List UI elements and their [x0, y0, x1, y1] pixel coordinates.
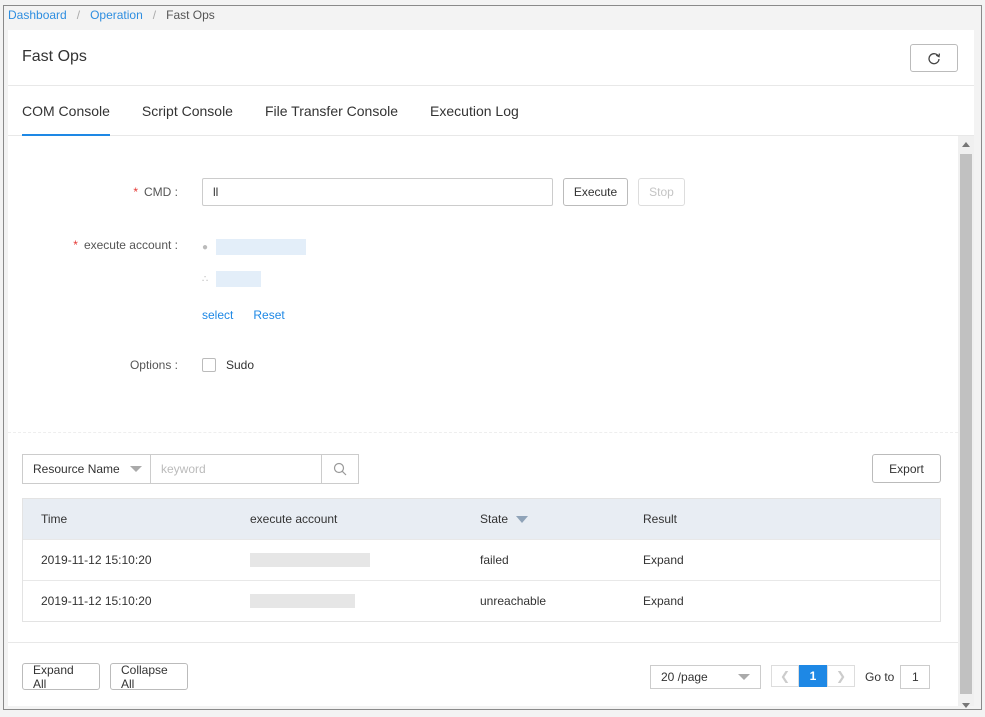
row-state: unreachable: [480, 594, 547, 608]
required-mark: *: [73, 238, 78, 252]
breadcrumb-current: Fast Ops: [166, 8, 215, 22]
cmd-row: * CMD : ll Execute Stop: [32, 178, 685, 206]
select-account-link[interactable]: select: [202, 308, 233, 322]
page-size-select[interactable]: 20 /page: [650, 665, 761, 689]
account-group-redacted: [216, 271, 261, 287]
main-panel: Fast Ops COM Console Script Console File…: [8, 30, 974, 708]
table-header: Time execute account State Result: [23, 499, 940, 539]
search-field-label: Resource Name: [33, 462, 120, 476]
reset-account-link[interactable]: Reset: [253, 308, 284, 322]
table-footer: Expand All Collapse All 20 /page ❮ 1 ❯ G…: [8, 642, 958, 706]
header-result: Result: [643, 512, 678, 526]
search-group: Resource Name keyword: [22, 454, 359, 484]
sudo-label: Sudo: [226, 358, 255, 372]
chevron-right-icon: ❯: [835, 669, 847, 683]
account-row: * execute account : ● ∴ select Reset: [32, 236, 306, 322]
row-account: [250, 594, 480, 608]
account-redacted: [250, 594, 355, 608]
chevron-down-icon: [738, 674, 750, 680]
goto-label: Go to: [865, 670, 895, 684]
panel-header: Fast Ops: [8, 30, 974, 86]
account-label: execute account :: [83, 238, 178, 252]
expand-link[interactable]: Expand: [643, 594, 843, 608]
page-size-value: 20 /page: [661, 670, 708, 684]
results-table: Time execute account State Result 2019-1…: [22, 498, 941, 622]
filter-icon[interactable]: [516, 515, 529, 523]
header-state[interactable]: State: [480, 512, 643, 526]
header-state-label: State: [480, 512, 509, 526]
tab-execution-log[interactable]: Execution Log: [430, 86, 519, 136]
user-icon: ●: [202, 241, 209, 253]
row-account: [250, 553, 480, 567]
section-divider: [8, 432, 958, 433]
chevron-left-icon: ❮: [779, 669, 791, 683]
vertical-scrollbar[interactable]: [958, 136, 974, 708]
next-page-button[interactable]: ❯: [827, 665, 855, 687]
account-redacted: [250, 553, 370, 567]
header-execute-account: execute account: [250, 512, 338, 526]
expand-all-button[interactable]: Expand All: [22, 663, 100, 691]
table-row: 2019-11-12 15:10:20 failed Expand: [23, 539, 940, 580]
row-time: 2019-11-12 15:10:20: [41, 594, 152, 608]
row-state: failed: [480, 553, 509, 567]
account-user-redacted: [216, 239, 306, 255]
row-time: 2019-11-12 15:10:20: [41, 553, 152, 567]
account-actions: select Reset: [202, 308, 306, 322]
breadcrumb-operation[interactable]: Operation: [90, 8, 143, 22]
header-time: Time: [41, 512, 68, 526]
stop-button[interactable]: Stop: [638, 178, 685, 206]
tab-file-transfer-console[interactable]: File Transfer Console: [265, 86, 398, 136]
tab-bar: COM Console Script Console File Transfer…: [8, 86, 974, 136]
prev-page-button[interactable]: ❮: [771, 665, 799, 687]
refresh-icon: [928, 53, 941, 65]
export-button[interactable]: Export: [872, 454, 941, 483]
options-row: Options : Sudo: [32, 358, 254, 372]
account-label-wrap: * execute account :: [32, 236, 202, 252]
group-icon: ∴: [202, 273, 209, 285]
breadcrumb: Dashboard / Operation / Fast Ops: [8, 8, 215, 22]
search-button[interactable]: [322, 454, 359, 484]
required-mark: *: [133, 185, 138, 199]
refresh-button[interactable]: [910, 44, 958, 72]
cmd-input[interactable]: ll: [202, 178, 553, 206]
scroll-up-icon[interactable]: [962, 142, 970, 147]
account-group-line: ∴: [202, 268, 306, 290]
chevron-down-icon: [130, 466, 142, 472]
table-row: 2019-11-12 15:10:20 unreachable Expand: [23, 580, 940, 621]
breadcrumb-separator: /: [152, 8, 157, 22]
search-icon: [333, 462, 347, 476]
breadcrumb-dashboard[interactable]: Dashboard: [8, 8, 67, 22]
page-number[interactable]: 1: [799, 665, 827, 687]
pagination: ❮ 1 ❯: [771, 665, 855, 687]
options-label: Options :: [129, 358, 178, 372]
expand-link[interactable]: Expand: [643, 553, 843, 567]
breadcrumb-separator: /: [76, 8, 81, 22]
search-field-select[interactable]: Resource Name: [22, 454, 150, 484]
tab-script-console[interactable]: Script Console: [142, 86, 233, 136]
content-area: * CMD : ll Execute Stop * execute account …: [8, 136, 958, 706]
cmd-label-wrap: * CMD :: [32, 185, 202, 199]
account-list: ● ∴ select Reset: [202, 236, 306, 322]
account-user-line: ●: [202, 236, 306, 258]
execute-button[interactable]: Execute: [563, 178, 628, 206]
sudo-checkbox[interactable]: [202, 358, 216, 372]
scrollbar-thumb[interactable]: [960, 154, 972, 694]
cmd-label: CMD :: [144, 185, 178, 199]
scroll-down-icon[interactable]: [962, 703, 970, 708]
search-input[interactable]: keyword: [150, 454, 322, 484]
goto-input[interactable]: 1: [900, 665, 931, 689]
tab-com-console[interactable]: COM Console: [22, 86, 110, 136]
goto-group: Go to 1: [865, 665, 931, 689]
collapse-all-button[interactable]: Collapse All: [110, 663, 188, 691]
page-title: Fast Ops: [22, 48, 87, 65]
